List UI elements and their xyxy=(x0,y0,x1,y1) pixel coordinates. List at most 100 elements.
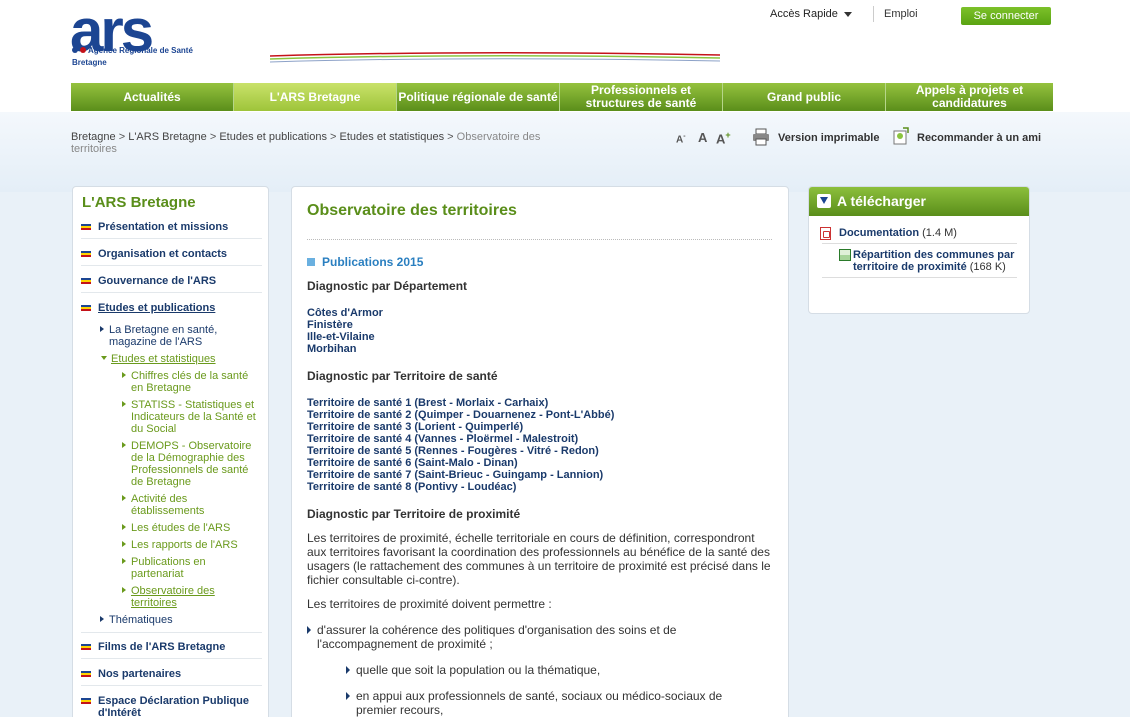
divider xyxy=(822,277,1017,278)
sidebar-subsub-activite[interactable]: Activité des établissements xyxy=(122,493,261,517)
arrow-right-icon xyxy=(122,524,126,530)
download-documentation[interactable]: Documentation (1.4 M) xyxy=(839,227,1019,239)
sidebar-subsub-demops[interactable]: DEMOPS - Observatoire de la Démographie … xyxy=(122,440,261,488)
sidebar-subsub-statiss[interactable]: STATISS - Statistiques et Indicateurs de… xyxy=(122,399,261,435)
logo-agency: Agence Régionale de Santé xyxy=(72,46,193,55)
flag-icon xyxy=(81,698,91,704)
sidebar-item-films[interactable]: Films de l'ARS Bretagne xyxy=(81,641,262,659)
sidebar-item-organisation[interactable]: Organisation et contacts xyxy=(81,248,262,266)
ars-logo[interactable]: ars Agence Régionale de Santé Bretagne xyxy=(68,0,198,80)
font-normal-button[interactable]: A xyxy=(698,130,707,145)
square-icon xyxy=(307,258,315,266)
chevron-down-icon xyxy=(843,11,852,17)
logo-dot-icon xyxy=(80,47,86,53)
sidebar-sub-bretagne-sante[interactable]: La Bretagne en santé, magazine de l'ARS xyxy=(100,324,254,348)
flag-icon xyxy=(81,251,91,257)
download-repartition[interactable]: Répartition des communes par territoire … xyxy=(853,249,1025,273)
breadcrumb: Bretagne > L'ARS Bretagne > Etudes et pu… xyxy=(71,131,541,155)
arrow-right-icon xyxy=(307,626,311,634)
arrow-right-icon xyxy=(122,372,126,378)
logo-region: Bretagne xyxy=(72,58,107,67)
sidebar-item-gouvernance[interactable]: Gouvernance de l'ARS xyxy=(81,275,262,293)
emploi-link[interactable]: Emploi xyxy=(884,8,918,20)
logo-dot-icon xyxy=(72,47,78,53)
arrow-right-icon xyxy=(122,495,126,501)
sidebar-subsub-chiffres[interactable]: Chiffres clés de la santé en Bretagne xyxy=(122,370,261,394)
font-decrease-button[interactable]: A- xyxy=(676,133,686,145)
nav-professionnels[interactable]: Professionnels et structures de santé xyxy=(560,83,723,111)
printer-icon[interactable] xyxy=(752,128,770,146)
link-departement[interactable]: Côtes d'Armor xyxy=(307,307,383,319)
spreadsheet-icon xyxy=(839,249,851,261)
recommend-icon[interactable] xyxy=(893,127,909,145)
breadcrumb-etudes-publications[interactable]: Etudes et publications xyxy=(219,131,327,143)
sidebar-sub-thematiques[interactable]: Thématiques xyxy=(100,614,254,626)
nav-appels-projets[interactable]: Appels à projets et candidatures xyxy=(886,83,1053,111)
sidebar-subsub-publications[interactable]: Publications en partenariat xyxy=(122,556,241,580)
breadcrumb-etudes-stats[interactable]: Etudes et statistiques xyxy=(340,131,445,143)
paragraph: Les territoires de proximité doivent per… xyxy=(307,597,552,611)
download-header: A télécharger xyxy=(809,187,1029,216)
arrow-right-icon xyxy=(122,541,126,547)
nav-politique-regionale[interactable]: Politique régionale de santé xyxy=(397,83,560,111)
nav-grand-public[interactable]: Grand public xyxy=(723,83,886,111)
sidebar: L'ARS Bretagne Présentation et missions … xyxy=(72,186,269,717)
nav-ars-bretagne[interactable]: L'ARS Bretagne xyxy=(234,83,397,111)
link-territoire[interactable]: Territoire de santé 7 (Saint-Brieuc - Gu… xyxy=(307,469,614,481)
sidebar-sub-etudes-stats[interactable]: Etudes et statistiques xyxy=(101,353,256,365)
divider xyxy=(822,243,1017,244)
header-swoosh xyxy=(270,51,720,63)
flag-icon xyxy=(81,671,91,677)
link-departement[interactable]: Morbihan xyxy=(307,343,383,355)
print-link[interactable]: Version imprimable xyxy=(778,132,879,144)
arrow-right-icon xyxy=(122,442,126,448)
arrow-right-icon xyxy=(122,401,126,407)
connect-button[interactable]: Se connecter xyxy=(961,7,1051,25)
link-territoire[interactable]: Territoire de santé 3 (Lorient - Quimper… xyxy=(307,421,614,433)
sidebar-subsub-observatoire[interactable]: Observatoire des territoires xyxy=(122,585,241,609)
link-territoire[interactable]: Territoire de santé 8 (Pontivy - Loudéac… xyxy=(307,481,614,493)
download-icon xyxy=(817,194,831,208)
breadcrumb-ars[interactable]: L'ARS Bretagne xyxy=(128,131,207,143)
arrow-right-icon xyxy=(122,587,126,593)
flag-icon xyxy=(81,305,91,311)
breadcrumb-bretagne[interactable]: Bretagne xyxy=(71,131,116,143)
section-territoire-sante: Diagnostic par Territoire de santé xyxy=(307,369,498,383)
sidebar-item-partenaires[interactable]: Nos partenaires xyxy=(81,668,262,686)
arrow-right-icon xyxy=(100,616,104,622)
arrow-right-icon xyxy=(346,692,350,700)
sidebar-item-presentation[interactable]: Présentation et missions xyxy=(81,221,262,239)
flag-icon xyxy=(81,278,91,284)
arrow-down-icon xyxy=(101,356,107,360)
sidebar-subsub-rapports[interactable]: Les rapports de l'ARS xyxy=(122,539,261,551)
nav-actualites[interactable]: Actualités xyxy=(71,83,234,111)
bullet-item: d'assurer la cohérence des politiques d'… xyxy=(307,623,757,651)
section-departement: Diagnostic par Département xyxy=(307,279,468,293)
page-title: Observatoire des territoires xyxy=(307,202,517,219)
link-territoire[interactable]: Territoire de santé 6 (Saint-Malo - Dina… xyxy=(307,457,614,469)
departement-list: Côtes d'Armor Finistère Ille-et-Vilaine … xyxy=(307,307,383,355)
sidebar-item-etudes[interactable]: Etudes et publications xyxy=(81,302,262,319)
publications-heading: Publications 2015 xyxy=(307,255,423,269)
recommend-link[interactable]: Recommander à un ami xyxy=(917,132,1041,144)
main-nav: Actualités L'ARS Bretagne Politique régi… xyxy=(71,83,1053,111)
arrow-right-icon xyxy=(100,326,104,332)
link-territoire[interactable]: Territoire de santé 4 (Vannes - Ploërmel… xyxy=(307,433,614,445)
arrow-right-icon xyxy=(122,558,126,564)
font-increase-button[interactable]: A+ xyxy=(716,130,731,146)
download-panel: A télécharger Documentation (1.4 M) Répa… xyxy=(808,186,1030,314)
link-territoire[interactable]: Territoire de santé 2 (Quimper - Douarne… xyxy=(307,409,614,421)
divider xyxy=(81,632,262,633)
territoire-list: Territoire de santé 1 (Brest - Morlaix -… xyxy=(307,397,614,493)
sidebar-item-declaration[interactable]: Espace Déclaration Publique d'Intérêt xyxy=(81,695,262,717)
flag-icon xyxy=(81,224,91,230)
main-content: Observatoire des territoires Publication… xyxy=(291,186,789,717)
link-departement[interactable]: Finistère xyxy=(307,319,383,331)
link-territoire[interactable]: Territoire de santé 1 (Brest - Morlaix -… xyxy=(307,397,614,409)
link-territoire[interactable]: Territoire de santé 5 (Rennes - Fougères… xyxy=(307,445,614,457)
link-departement[interactable]: Ille-et-Vilaine xyxy=(307,331,383,343)
acces-rapide-dropdown[interactable]: Accès Rapide xyxy=(770,8,852,20)
section-territoire-proximite: Diagnostic par Territoire de proximité xyxy=(307,507,521,521)
divider xyxy=(307,239,772,240)
sidebar-subsub-etudes-ars[interactable]: Les études de l'ARS xyxy=(122,522,261,534)
